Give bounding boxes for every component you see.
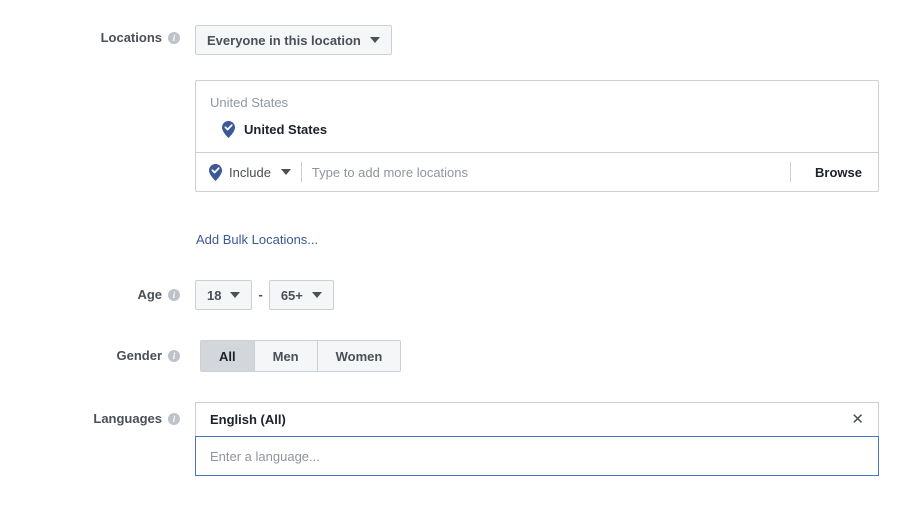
selected-locations-list: United States United States: [196, 81, 878, 152]
list-item: English (All) ✕: [195, 402, 879, 436]
age-min-value: 18: [207, 287, 222, 303]
languages-label: Languages i: [50, 411, 180, 427]
languages-panel: English (All) ✕: [195, 402, 879, 476]
age-max-dropdown[interactable]: 65+: [268, 280, 334, 310]
location-scope-dropdown[interactable]: Everyone in this location: [195, 25, 392, 55]
locations-label-text: Locations: [100, 30, 162, 45]
age-max-value: 65+: [280, 287, 303, 303]
add-bulk-locations-link[interactable]: Add Bulk Locations...: [196, 232, 318, 248]
map-pin-check-icon: [222, 121, 235, 138]
age-range-controls: 18 - 65+: [195, 280, 334, 310]
age-range-separator: -: [258, 287, 263, 302]
audience-targeting-form: Locations i Everyone in this location Uni…: [0, 0, 900, 507]
chevron-down-icon: [230, 292, 241, 298]
chevron-down-icon: [311, 292, 322, 298]
location-include-mode-dropdown[interactable]: Include: [209, 163, 291, 181]
age-row: Age i: [50, 287, 180, 303]
age-label-text: Age: [137, 287, 162, 302]
browse-button[interactable]: Browse: [801, 165, 878, 180]
chevron-down-icon: [369, 37, 380, 43]
language-input-wrapper: [195, 436, 879, 476]
age-label: Age i: [50, 287, 180, 303]
gender-option-all[interactable]: All: [201, 341, 255, 371]
map-pin-check-icon: [209, 163, 222, 181]
list-item-label: United States: [244, 122, 328, 137]
gender-label-text: Gender: [116, 348, 162, 363]
location-include-mode-label: Include: [229, 164, 271, 180]
gender-segmented-control: All Men Women: [200, 340, 402, 372]
language-search-input[interactable]: [210, 448, 864, 464]
info-icon[interactable]: i: [168, 413, 180, 425]
gender-option-women[interactable]: Women: [317, 341, 401, 371]
languages-row: Languages i: [50, 411, 180, 427]
locations-row: Locations i: [50, 30, 180, 46]
age-min-dropdown[interactable]: 18: [195, 280, 253, 310]
locations-label: Locations i: [50, 30, 180, 46]
locations-section-title: United States: [210, 95, 289, 110]
divider: [300, 162, 302, 182]
chevron-down-icon: [280, 169, 291, 175]
locations-panel: United States United States Include Type…: [195, 80, 879, 192]
list-item[interactable]: United States: [196, 112, 878, 140]
location-search-input[interactable]: [311, 162, 781, 182]
gender-option-men[interactable]: Men: [254, 341, 318, 371]
location-scope-value: Everyone in this location: [207, 32, 361, 48]
close-icon[interactable]: ✕: [851, 412, 864, 427]
divider: [790, 162, 792, 182]
location-add-row: Include Browse: [196, 152, 878, 191]
language-token-label: English (All): [210, 412, 286, 427]
gender-row: Gender i: [50, 348, 180, 364]
info-icon[interactable]: i: [168, 32, 180, 44]
info-icon[interactable]: i: [168, 350, 180, 362]
info-icon[interactable]: i: [168, 289, 180, 301]
languages-label-text: Languages: [93, 411, 162, 426]
gender-label: Gender i: [50, 348, 180, 364]
